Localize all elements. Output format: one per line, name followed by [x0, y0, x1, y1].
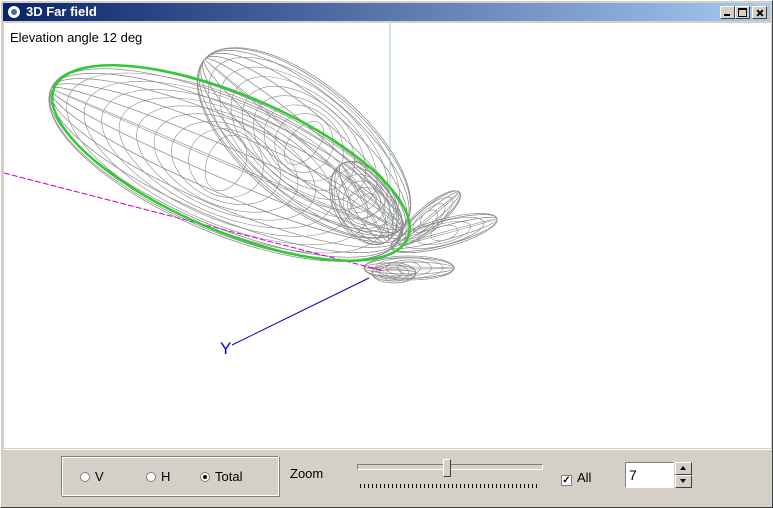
spin-value-input[interactable]: [625, 462, 674, 488]
mesh-ring: [83, 81, 369, 245]
mesh-meridian: [363, 261, 455, 275]
spin-control: [625, 462, 693, 488]
radio-h[interactable]: H: [146, 469, 170, 484]
y-axis-label: Y: [220, 339, 232, 358]
mesh-meridian: [204, 59, 404, 227]
all-checkbox[interactable]: ✓ All: [561, 470, 591, 486]
radio-v-label: V: [95, 469, 104, 484]
zoom-slider-thumb[interactable]: [443, 459, 451, 477]
elevation-angle-label: Elevation angle 12 deg: [10, 30, 143, 45]
close-button[interactable]: [752, 6, 767, 19]
mesh-ring: [188, 128, 264, 198]
green-ring: [51, 64, 411, 262]
mesh-meridian: [50, 88, 402, 238]
title-bar[interactable]: 3D Far field: [3, 3, 770, 21]
radio-total-circle[interactable]: [200, 472, 210, 482]
control-panel: V H Total Zoom ✓ All: [4, 449, 771, 506]
all-checkbox-label: All: [577, 470, 592, 485]
polarization-group: V H Total: [61, 456, 279, 496]
mesh-meridian: [202, 56, 406, 230]
radio-total-label: Total: [215, 469, 243, 484]
all-checkbox-box[interactable]: ✓: [561, 475, 572, 486]
radio-total[interactable]: Total: [200, 469, 242, 484]
radio-v-circle[interactable]: [80, 472, 90, 482]
y-axis-line: [231, 277, 370, 346]
3d-plot-viewport[interactable]: Elevation angle 12 deg Y: [4, 23, 771, 448]
window-title: 3D Far field: [26, 4, 97, 19]
mesh-meridian: [49, 78, 403, 248]
mesh-meridian: [202, 56, 406, 230]
mesh-meridian: [49, 78, 403, 248]
mesh-ring: [417, 221, 471, 245]
radio-v[interactable]: V: [80, 469, 104, 484]
zoom-slider-ticks: [360, 484, 540, 488]
mesh-ring: [351, 193, 377, 213]
maximize-button[interactable]: [735, 6, 750, 19]
radio-h-circle[interactable]: [146, 472, 156, 482]
mesh-meridian: [371, 269, 417, 277]
spin-up-button[interactable]: [675, 462, 692, 475]
app-icon: [7, 5, 21, 19]
radiation-pattern-svg: [4, 23, 498, 346]
far-field-window: 3D Far field Elevation angle 12 deg Y V …: [0, 0, 773, 508]
minimize-button[interactable]: [720, 6, 735, 19]
mesh-meridian: [371, 262, 417, 284]
spin-down-button[interactable]: [675, 475, 692, 488]
radio-h-label: H: [161, 469, 171, 484]
zoom-label: Zoom: [290, 466, 324, 481]
